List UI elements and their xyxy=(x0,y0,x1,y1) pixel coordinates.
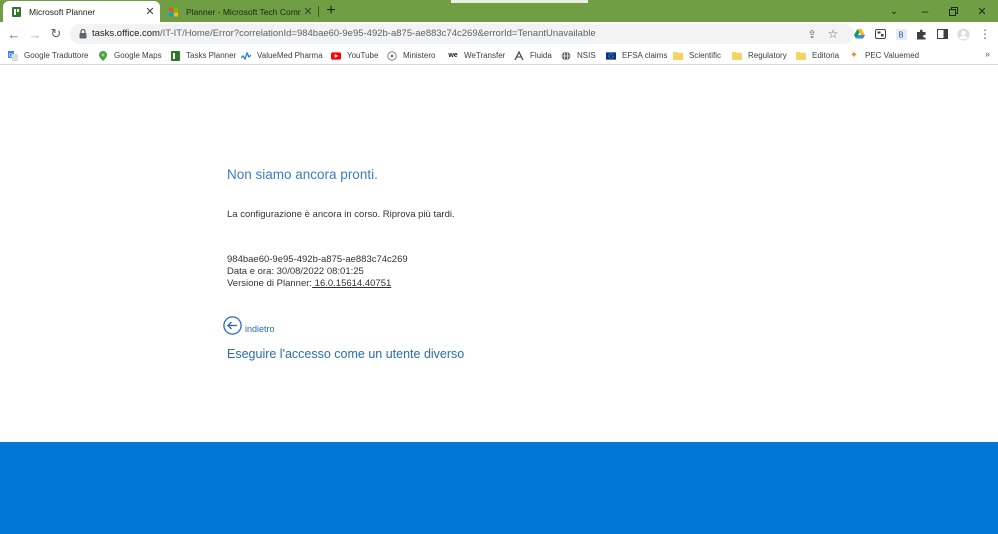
close-window-icon[interactable]: ✕ xyxy=(975,4,989,18)
globe-icon xyxy=(561,50,571,61)
eu-flag-icon xyxy=(606,51,616,61)
error-message: La configurazione è ancora in corso. Rip… xyxy=(227,209,455,220)
tab-separator xyxy=(318,6,319,17)
folder-icon xyxy=(732,51,742,61)
tab-close-icon[interactable]: ✕ xyxy=(143,5,157,19)
planner-version: Versione di Planner: 16.0.15614.40751 xyxy=(227,278,391,289)
tab-strip: Microsoft Planner ✕ Planner - Microsoft … xyxy=(0,0,998,22)
folder-icon xyxy=(796,51,806,61)
tab-strip-highlight xyxy=(451,0,588,3)
bookmark-folder-editoria[interactable]: Editoria xyxy=(796,49,839,62)
tab-tech-community[interactable]: Planner - Microsoft Tech Community ✕ xyxy=(163,1,318,22)
correlation-id: 984bae60-9e95-492b-a875-ae883c74c269 xyxy=(227,254,408,265)
version-value: 16.0.15614.40751 xyxy=(312,278,392,289)
puzzle-extensions-icon[interactable] xyxy=(914,27,928,41)
pec-icon: ✦ xyxy=(849,50,859,61)
browser-toolbar: ← → ↻ tasks.office.com/IT-IT/Home/Error?… xyxy=(0,22,998,46)
valuemed-icon xyxy=(241,50,251,61)
folder-icon xyxy=(673,51,683,61)
bookmark-label: PEC Valuemed xyxy=(865,51,920,60)
planner-icon xyxy=(170,50,180,61)
bookmark-valuemed-pharma[interactable]: ValueMed Pharma xyxy=(241,49,323,62)
new-tab-plus-icon[interactable]: + xyxy=(323,3,339,19)
bookmark-folder-scientific[interactable]: Scientific xyxy=(673,49,721,62)
fluida-icon xyxy=(514,50,524,61)
version-label: Versione di Planner: xyxy=(227,278,313,289)
bookmark-label: Regulatory xyxy=(748,51,787,60)
bookmarks-bar: G Google Traduttore Google Maps Tasks Pl… xyxy=(0,46,998,65)
svg-text:B: B xyxy=(898,30,903,39)
bookmark-label: Google Traduttore xyxy=(24,51,89,60)
side-panel-icon[interactable] xyxy=(935,27,949,41)
youtube-icon xyxy=(331,51,341,61)
google-drive-icon[interactable] xyxy=(852,27,866,41)
forward-arrow-icon[interactable]: → xyxy=(27,26,43,42)
restore-icon[interactable] xyxy=(946,4,960,18)
bookmark-label: YouTube xyxy=(347,51,379,60)
bookmark-folder-regulatory[interactable]: Regulatory xyxy=(732,49,787,62)
back-link-label[interactable]: indietro xyxy=(245,324,275,334)
bookmark-star-icon[interactable]: ☆ xyxy=(826,27,840,41)
planner-favicon-icon xyxy=(12,6,21,17)
bookmark-fluida[interactable]: Fluida xyxy=(514,49,552,62)
bookmark-label: EFSA claims xyxy=(622,51,668,60)
bookmark-label: Ministero xyxy=(403,51,436,60)
tab-microsoft-planner[interactable]: Microsoft Planner ✕ xyxy=(3,1,160,22)
lock-icon xyxy=(79,29,87,39)
bookmark-google-maps[interactable]: Google Maps xyxy=(98,49,162,62)
ministero-icon xyxy=(387,50,397,61)
bookmark-label: Tasks Planner xyxy=(186,51,237,60)
bookmark-pec-valuemed[interactable]: ✦ PEC Valuemed xyxy=(849,49,919,62)
bookmark-tasks-planner[interactable]: Tasks Planner xyxy=(170,49,236,62)
url-text: tasks.office.com/IT-IT/Home/Error?correl… xyxy=(92,28,596,39)
maps-pin-icon xyxy=(98,50,108,61)
back-circle-arrow-icon[interactable] xyxy=(223,316,242,335)
bookmark-ministero[interactable]: Ministero xyxy=(387,49,435,62)
svg-text:G: G xyxy=(9,53,13,59)
profile-avatar-icon[interactable] xyxy=(956,27,970,41)
bitwarden-extension-icon[interactable]: B xyxy=(894,27,908,41)
reload-icon[interactable]: ↻ xyxy=(48,26,64,42)
bookmark-label: NSIS xyxy=(577,51,596,60)
error-datetime: Data e ora: 30/08/2022 08:01:25 xyxy=(227,266,364,277)
minimize-icon[interactable]: – xyxy=(918,4,932,18)
bookmark-efsa-claims[interactable]: EFSA claims xyxy=(606,49,667,62)
extension-icon[interactable] xyxy=(873,27,887,41)
bookmark-label: Fluida xyxy=(530,51,552,60)
back-link[interactable]: indietro xyxy=(223,316,275,335)
error-heading: Non siamo ancora pronti. xyxy=(227,167,378,182)
bookmark-label: ValueMed Pharma xyxy=(257,51,323,60)
footer-band xyxy=(0,442,998,534)
sign-in-different-user-link[interactable]: Eseguire l'accesso come un utente divers… xyxy=(227,347,464,361)
share-icon[interactable]: ⇪ xyxy=(805,27,819,41)
address-bar[interactable]: tasks.office.com/IT-IT/Home/Error?correl… xyxy=(70,24,854,44)
tab-title: Microsoft Planner xyxy=(29,6,96,17)
error-page: Non siamo ancora pronti. La configurazio… xyxy=(0,66,998,442)
bookmark-google-traduttore[interactable]: G Google Traduttore xyxy=(8,49,88,62)
browser-menu-icon[interactable]: ⋮ xyxy=(978,27,992,41)
bookmark-label: Google Maps xyxy=(114,51,162,60)
tab-close-icon[interactable]: ✕ xyxy=(301,5,315,19)
wetransfer-icon: we xyxy=(448,52,458,59)
bookmarks-overflow-icon[interactable]: » xyxy=(985,49,990,59)
bookmark-label: Editoria xyxy=(812,51,840,60)
bookmark-label: WeTransfer xyxy=(464,51,506,60)
tab-search-chevron-icon[interactable]: ⌄ xyxy=(887,4,901,18)
google-translate-icon: G xyxy=(8,50,18,61)
microsoft-logo-icon xyxy=(169,7,178,16)
bookmark-nsis[interactable]: NSIS xyxy=(561,49,596,62)
bookmark-youtube[interactable]: YouTube xyxy=(331,49,378,62)
url-path: /IT-IT/Home/Error?correlationId=984bae60… xyxy=(159,28,596,39)
tab-title: Planner - Microsoft Tech Community xyxy=(186,6,301,17)
url-host: tasks.office.com xyxy=(92,28,160,39)
bookmark-wetransfer[interactable]: we WeTransfer xyxy=(448,49,505,62)
back-arrow-icon[interactable]: ← xyxy=(6,26,22,42)
bookmark-label: Scientific xyxy=(689,51,722,60)
